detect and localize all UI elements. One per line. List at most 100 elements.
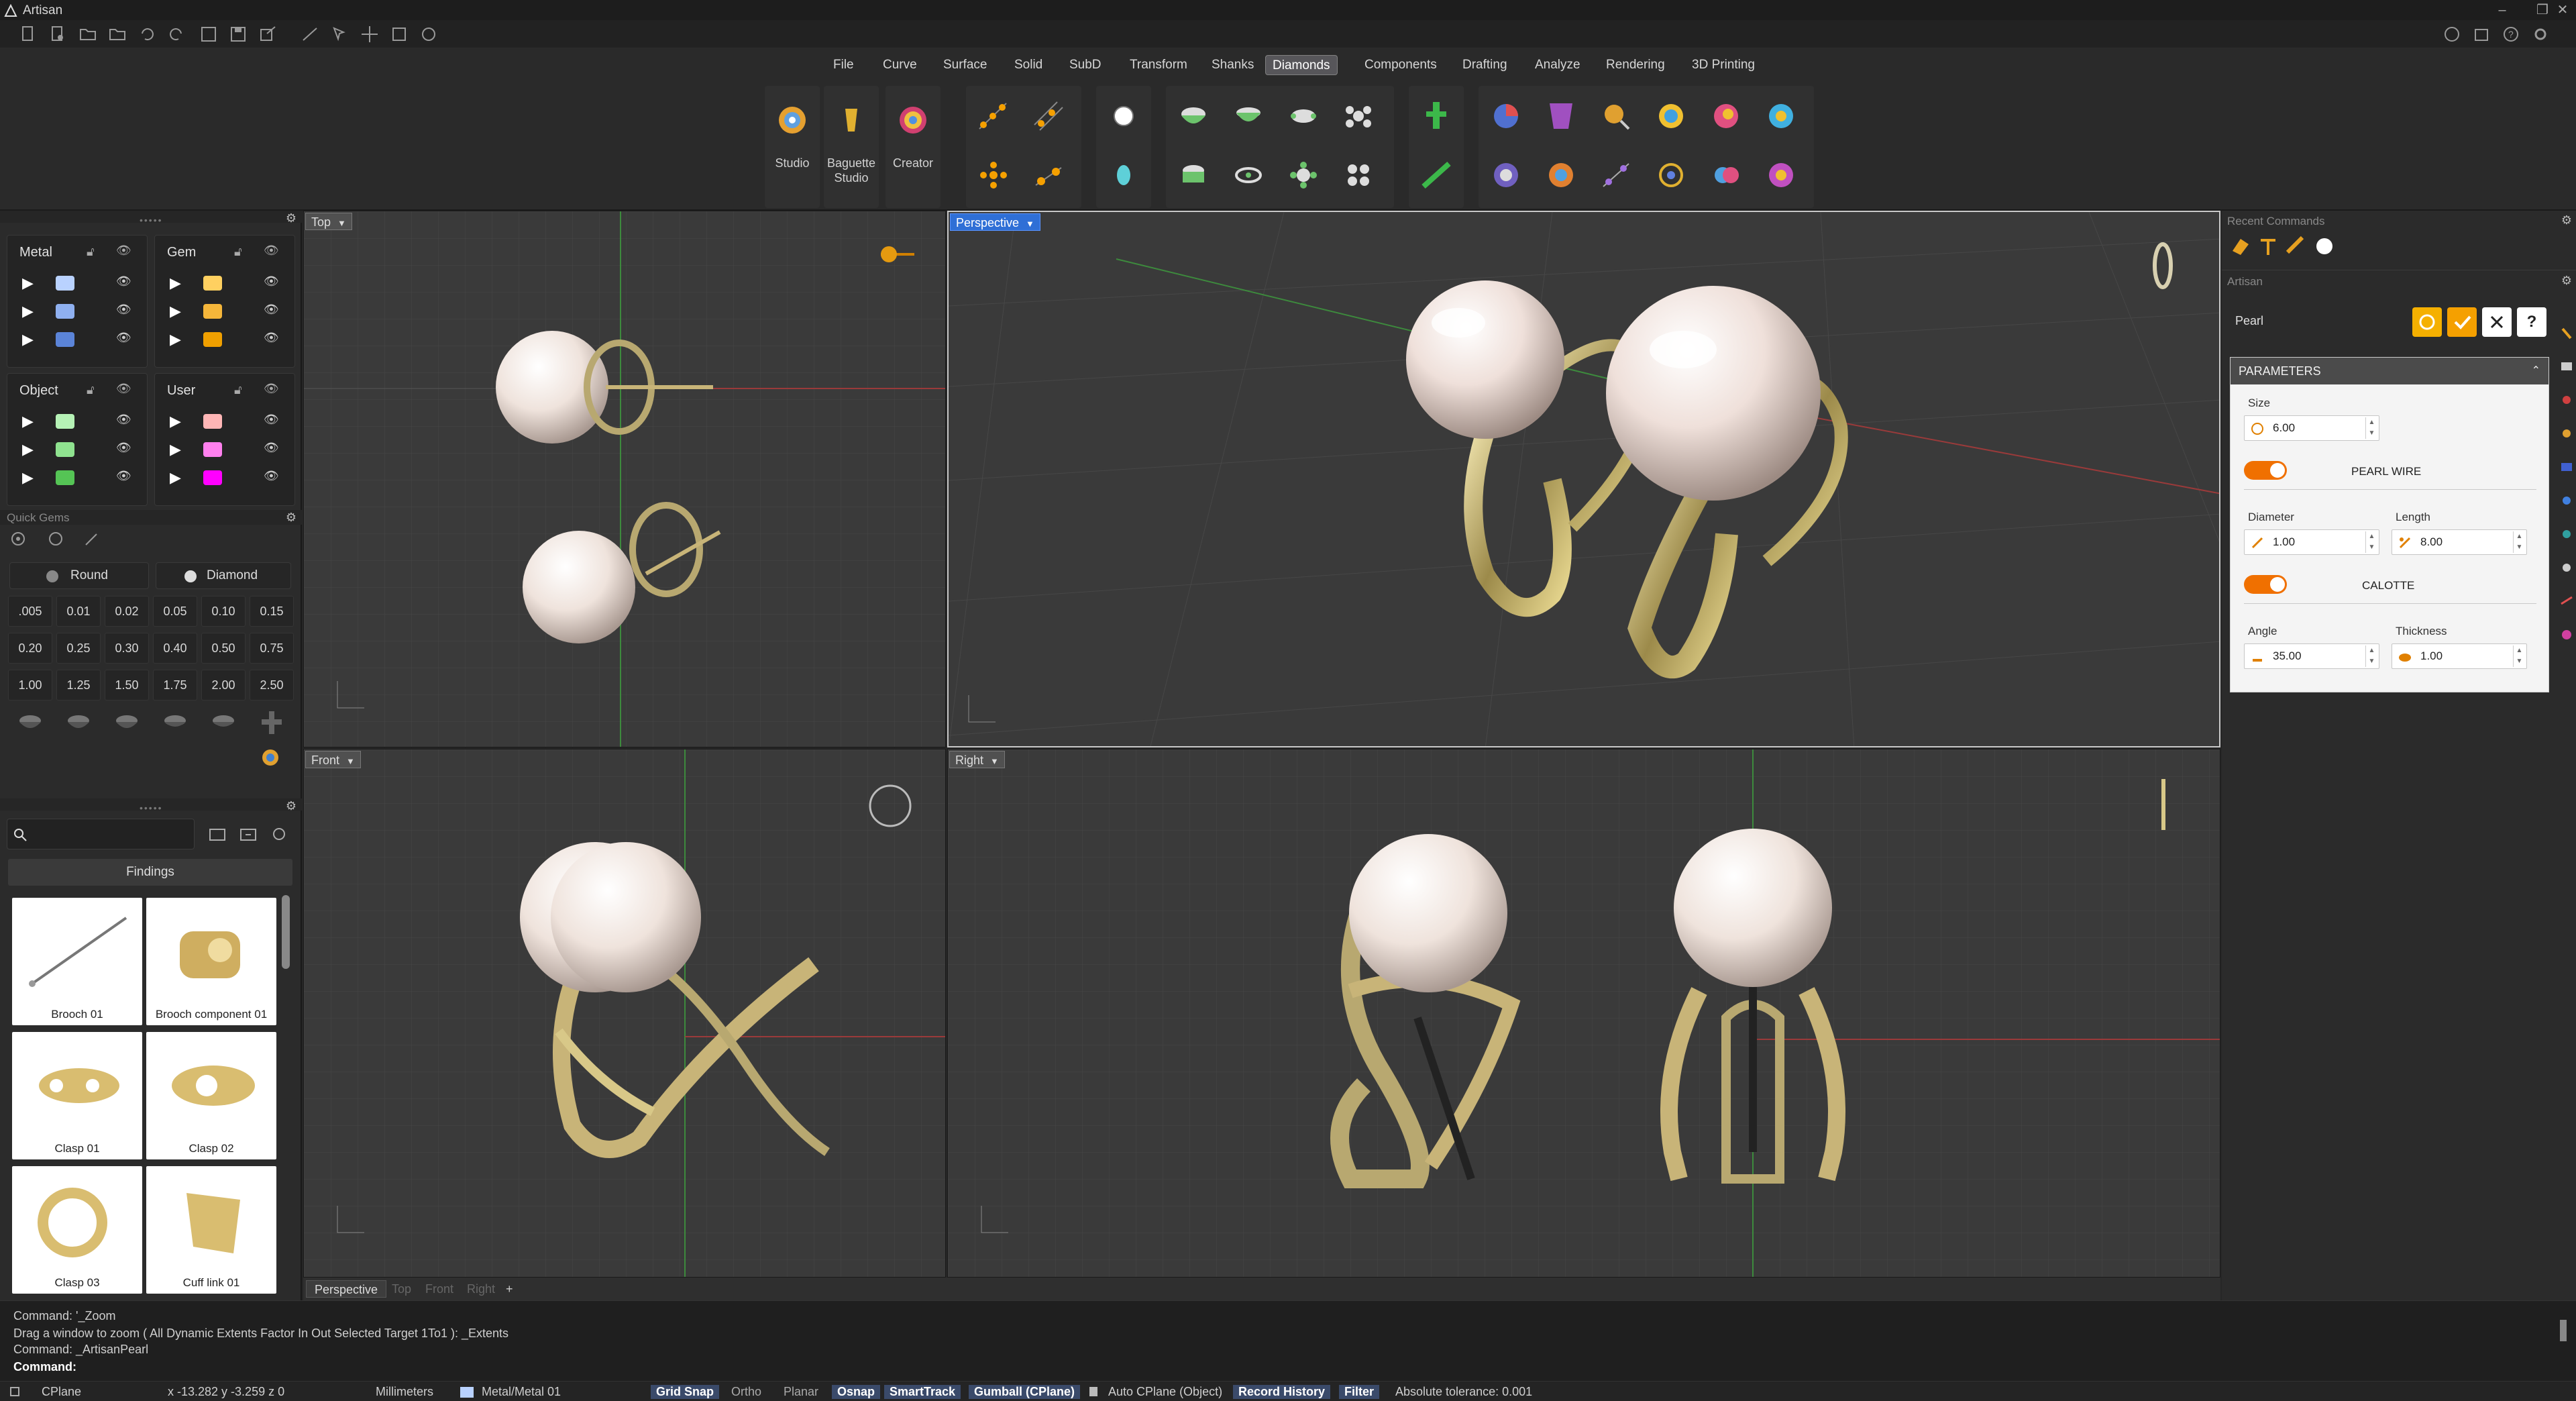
layer-color-swatch[interactable]	[56, 442, 74, 457]
gumball-icon[interactable]	[419, 24, 439, 44]
layer-color-swatch[interactable]	[203, 414, 222, 429]
menu-shanks[interactable]: Shanks	[1205, 55, 1260, 75]
eye-icon[interactable]: 👁︎	[264, 469, 279, 483]
library-item[interactable]: Brooch 01	[12, 898, 142, 1025]
cancel-button[interactable]	[2482, 307, 2512, 337]
select-icon[interactable]	[330, 24, 350, 44]
diameter-input[interactable]: 1.00 ▲ ▼	[2244, 529, 2379, 555]
pearl-wire-toggle[interactable]	[2244, 461, 2287, 480]
gem-color-icon[interactable]	[1708, 98, 1744, 134]
lock-icon[interactable]: 🔓︎	[87, 245, 95, 259]
prong-setting-icon[interactable]	[1285, 98, 1322, 134]
eye-icon[interactable]: 👁︎	[264, 413, 279, 427]
layer-color-swatch[interactable]	[56, 304, 74, 319]
command-scrollbar[interactable]	[2560, 1320, 2567, 1341]
gem-size-button[interactable]: 0.75	[250, 633, 294, 664]
viewport-top[interactable]: Top ▼	[303, 211, 946, 747]
menu-curve[interactable]: Curve	[876, 55, 924, 75]
pave-cluster-icon[interactable]	[1340, 157, 1377, 193]
gem-size-button[interactable]: .005	[8, 596, 52, 627]
new-file-icon[interactable]	[17, 24, 38, 44]
gem-ring-icon[interactable]	[1653, 157, 1689, 193]
command-prompt[interactable]: Command:	[13, 1360, 76, 1374]
gem-shape-dropdown[interactable]: Round	[9, 562, 149, 589]
viewport-right[interactable]: Right ▼	[947, 749, 2220, 1278]
recent-text-tool-icon[interactable]	[2257, 235, 2279, 258]
import-icon[interactable]	[107, 24, 127, 44]
layer-row[interactable]: ▶ 👁︎	[7, 437, 147, 461]
lock-icon[interactable]: 🔓︎	[234, 383, 242, 397]
layer-row[interactable]: ▶ 👁︎	[155, 409, 294, 433]
parameters-header[interactable]: PARAMETERS ⌃	[2231, 358, 2548, 384]
viewport-tab-perspective[interactable]: Perspective ▼	[950, 213, 1040, 231]
layer-color-swatch[interactable]	[56, 470, 74, 485]
eye-icon[interactable]: 👁︎	[116, 303, 131, 317]
layer-color-swatch[interactable]	[203, 304, 222, 319]
bezel-setting-icon[interactable]	[1175, 98, 1212, 134]
gem-setting-2-icon[interactable]	[62, 707, 95, 738]
layer-row[interactable]: ▶ 👁︎	[155, 327, 294, 351]
new-template-icon[interactable]	[47, 24, 67, 44]
grid-snap-toggle[interactable]: Grid Snap	[651, 1385, 720, 1399]
settings-icon[interactable]	[2530, 24, 2551, 44]
cutter-curve-icon[interactable]	[1418, 157, 1454, 193]
play-icon[interactable]: ▶	[22, 303, 34, 320]
redo-icon[interactable]	[166, 24, 186, 44]
recent-pen-tool-icon[interactable]	[2285, 235, 2308, 258]
gem-size-button[interactable]: 0.25	[56, 633, 101, 664]
play-icon[interactable]: ▶	[170, 274, 181, 292]
gem-size-button[interactable]: 0.20	[8, 633, 52, 664]
halo-setting-icon[interactable]	[1230, 157, 1267, 193]
gem-material-icon[interactable]	[1763, 98, 1799, 134]
transform-icon[interactable]	[389, 24, 409, 44]
target-icon[interactable]	[9, 530, 27, 548]
library-item[interactable]: Brooch component 01	[146, 898, 276, 1025]
layer-row[interactable]: ▶ 👁︎	[7, 270, 147, 295]
add-folder-icon[interactable]	[208, 825, 228, 843]
gem-size-button[interactable]: 0.40	[153, 633, 197, 664]
viewport-perspective[interactable]: Perspective ▼	[947, 211, 2220, 747]
gumball-toggle[interactable]: Gumball (CPlane)	[969, 1385, 1081, 1399]
layer-row[interactable]: ▶ 👁︎	[155, 299, 294, 323]
studio-button[interactable]: Studio	[765, 86, 820, 208]
recent-pearl-icon[interactable]	[2313, 235, 2336, 258]
menu-rendering[interactable]: Rendering	[1599, 55, 1672, 75]
gem-cut-dropdown[interactable]: Diamond	[156, 562, 291, 589]
eye-icon[interactable]: 👁︎	[264, 331, 279, 345]
menu-subd[interactable]: SubD	[1063, 55, 1108, 75]
layer-row[interactable]: ▶ 👁︎	[7, 327, 147, 351]
gem-size-button[interactable]: 2.00	[201, 670, 246, 701]
eye-icon[interactable]: 👁︎	[116, 413, 131, 427]
eye-icon[interactable]: 👁︎	[116, 469, 131, 483]
size-input[interactable]: 6.00 ▲ ▼	[2244, 415, 2379, 441]
recent-pearl-tool-icon[interactable]	[2229, 235, 2251, 258]
undo-icon[interactable]	[137, 24, 157, 44]
library-item[interactable]: Clasp 02	[146, 1032, 276, 1159]
gem-size-button[interactable]: 0.02	[105, 596, 149, 627]
viewport-front[interactable]: Front ▼	[303, 749, 946, 1278]
tab-top[interactable]: Top	[384, 1280, 419, 1298]
gem-size-button[interactable]: 0.10	[201, 596, 246, 627]
gem-report-icon[interactable]	[1488, 98, 1524, 134]
lock-icon[interactable]: 🔓︎	[87, 383, 95, 397]
menu-diamonds[interactable]: Diamonds	[1265, 55, 1338, 75]
cutter-icon[interactable]	[1418, 98, 1454, 134]
open-folder-icon[interactable]	[78, 24, 98, 44]
minimize-button[interactable]: –	[2482, 1, 2522, 19]
gem-size-button[interactable]: 0.15	[250, 596, 294, 627]
gem-cross-icon[interactable]	[255, 707, 288, 738]
thickness-spinner[interactable]: ▲ ▼	[2513, 645, 2525, 667]
export-icon[interactable]	[258, 24, 278, 44]
play-icon[interactable]: ▶	[170, 469, 181, 486]
layer-row[interactable]: ▶ 👁︎	[155, 270, 294, 295]
current-layer[interactable]: Metal/Metal 01	[482, 1385, 561, 1399]
layer-row[interactable]: ▶ 👁︎	[7, 409, 147, 433]
gem-search-icon[interactable]	[1598, 98, 1634, 134]
gem-setting-4-icon[interactable]	[158, 707, 192, 738]
help-icon[interactable]: ?	[2501, 24, 2521, 44]
gems-scatter-icon[interactable]	[1030, 157, 1067, 193]
layer-row[interactable]: ▶ 👁︎	[155, 437, 294, 461]
eye-icon[interactable]: 👁︎	[264, 441, 279, 455]
gem-setting-1-icon[interactable]	[13, 707, 47, 738]
layer-color-swatch[interactable]	[203, 332, 222, 347]
